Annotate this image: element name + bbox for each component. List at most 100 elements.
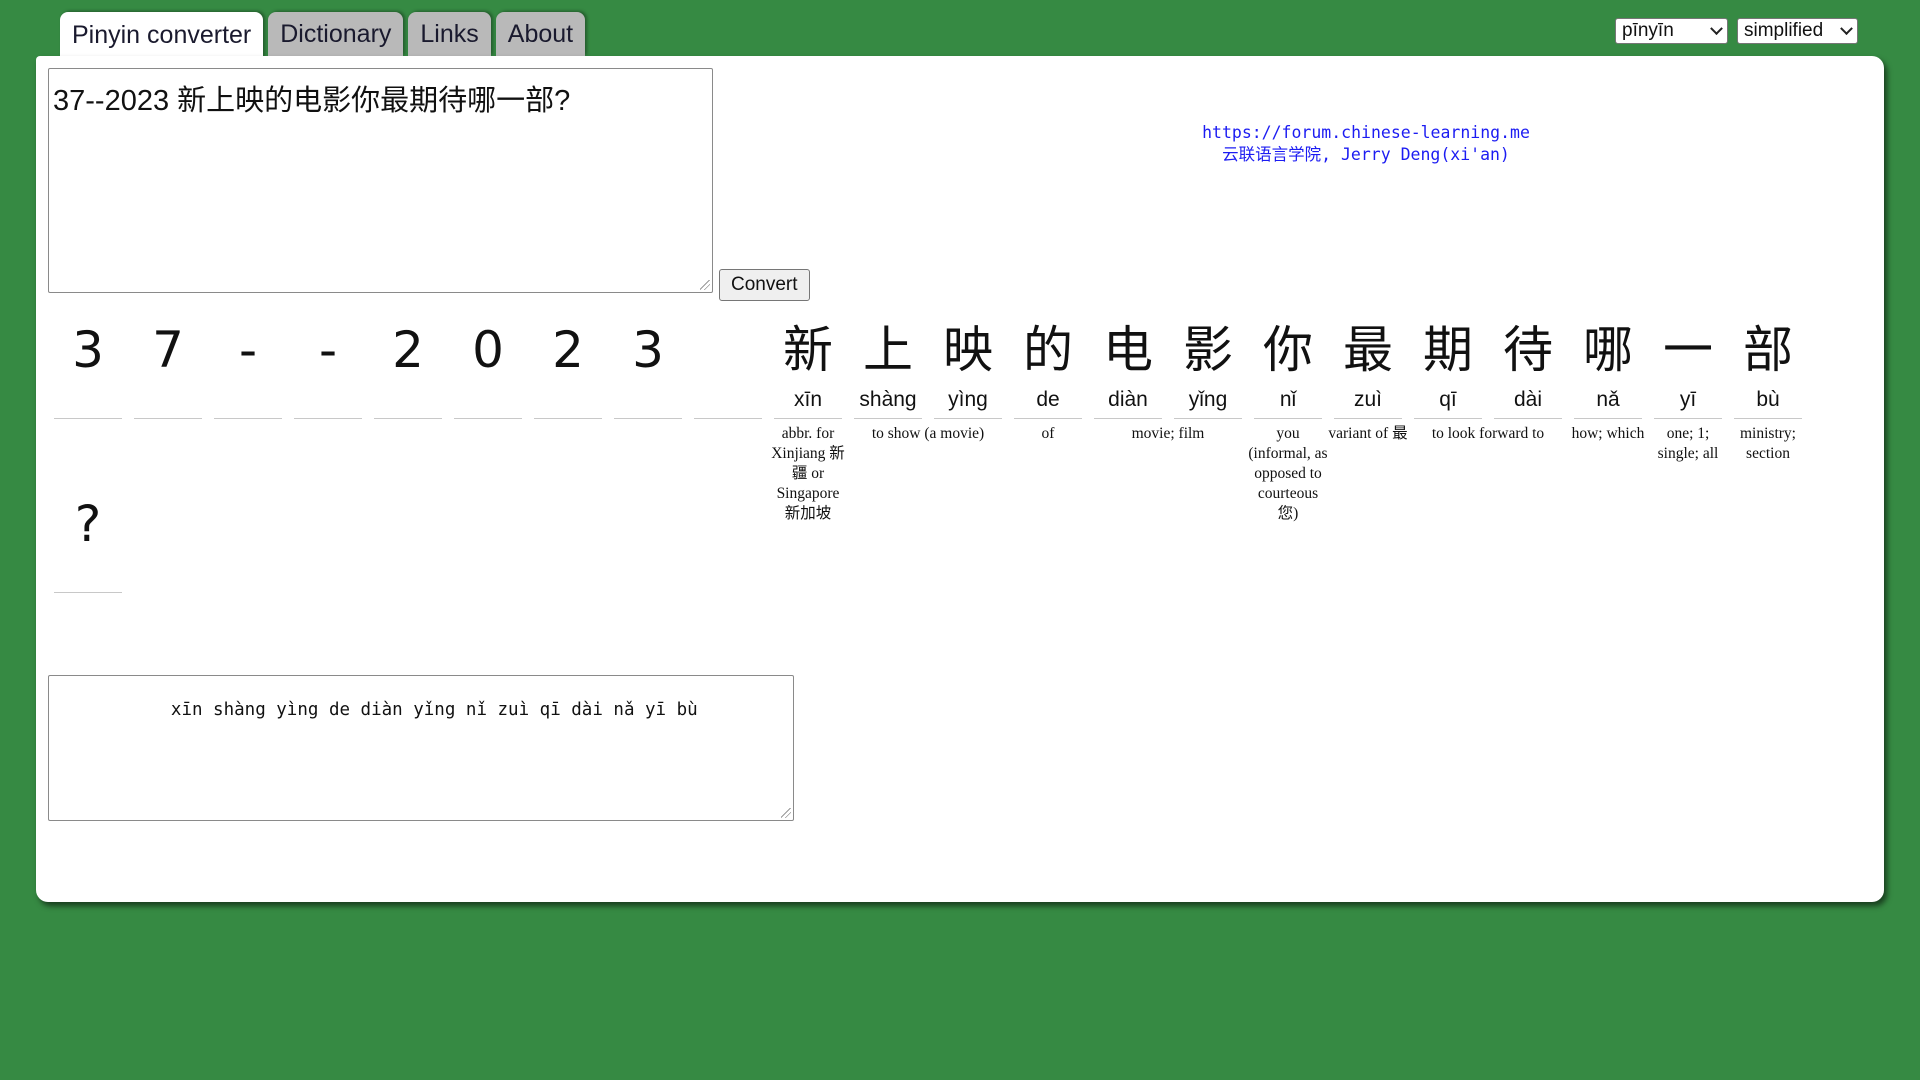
char-underline bbox=[54, 592, 122, 593]
char-definition: of bbox=[1041, 425, 1055, 442]
char-cell[interactable]: 的 de of bbox=[1012, 318, 1084, 458]
chevron-down-icon bbox=[1710, 21, 1723, 35]
char-cell: 影 yǐng bbox=[1172, 318, 1244, 458]
char-underline bbox=[1254, 418, 1322, 419]
char-glyph: 电 bbox=[1103, 321, 1153, 379]
char-cell: 映 yìng bbox=[932, 318, 1004, 458]
char-glyph: 映 bbox=[943, 321, 993, 379]
char-pinyin: de bbox=[1036, 388, 1060, 411]
char-cell[interactable]: 部 bù ministry; section bbox=[1732, 318, 1804, 462]
char-definition: variant of 最 bbox=[1328, 425, 1408, 442]
char-cell: ? bbox=[52, 492, 124, 632]
chevron-down-icon bbox=[1840, 21, 1853, 35]
char-underline bbox=[1734, 418, 1802, 419]
char-cell[interactable]: 电 diàn movie; film bbox=[1092, 318, 1204, 458]
char-cell[interactable]: 最 zuì variant of 最 bbox=[1328, 318, 1407, 458]
resize-handle-icon[interactable] bbox=[781, 808, 791, 818]
char-glyph: 3 bbox=[632, 321, 664, 379]
char-cell: 3 bbox=[612, 318, 684, 458]
char-glyph: 2 bbox=[552, 321, 584, 379]
char-cell: 2 bbox=[532, 318, 604, 458]
forum-link[interactable]: https://forum.chinese-learning.me bbox=[1202, 123, 1530, 142]
pinyin-output[interactable]: xīn shàng yìng de diàn yǐng nǐ zuì qī dà… bbox=[48, 675, 794, 821]
char-pinyin: yī bbox=[1679, 388, 1697, 411]
char-underline bbox=[1654, 418, 1722, 419]
char-cell[interactable]: 上 shàng to show (a movie) bbox=[852, 318, 984, 458]
char-cell[interactable]: 新 xīn abbr. for Xinjiang 新疆 or Singapore 新… bbox=[771, 318, 845, 522]
char-pinyin: bù bbox=[1756, 388, 1780, 411]
char-glyph: 影 bbox=[1183, 321, 1233, 379]
char-definition: how; which bbox=[1571, 425, 1645, 442]
char-glyph: 期 bbox=[1423, 321, 1473, 379]
char-underline bbox=[774, 418, 842, 419]
char-pinyin: xīn bbox=[793, 388, 822, 411]
credit-author: 云联语言学院, Jerry Deng(xi'an) bbox=[1222, 145, 1510, 164]
script-select[interactable]: simplified bbox=[1737, 18, 1858, 44]
char-underline bbox=[1494, 418, 1562, 419]
char-pinyin: nǎ bbox=[1596, 388, 1620, 411]
char-underline bbox=[454, 418, 522, 419]
char-cell[interactable]: 期 qī to look forward to bbox=[1412, 318, 1544, 458]
char-pinyin: shàng bbox=[859, 388, 917, 411]
char-definition: one; 1; single; all bbox=[1657, 425, 1719, 462]
char-glyph: 0 bbox=[472, 321, 504, 379]
romanization-select-value: pīnyīn bbox=[1622, 20, 1674, 41]
script-select-value: simplified bbox=[1744, 20, 1824, 41]
tab-links[interactable]: Links bbox=[408, 12, 491, 56]
char-glyph: 2 bbox=[392, 321, 424, 379]
char-glyph: 最 bbox=[1343, 321, 1393, 379]
char-underline bbox=[214, 418, 282, 419]
tab-dictionary[interactable]: Dictionary bbox=[268, 12, 404, 56]
pinyin-output-value: xīn shàng yìng de diàn yǐng nǐ zuì qī dà… bbox=[97, 700, 698, 720]
char-underline bbox=[854, 418, 922, 419]
char-cell bbox=[692, 318, 764, 458]
credit-block: https://forum.chinese-learning.me 云联语言学院… bbox=[1166, 122, 1566, 166]
char-glyph: - bbox=[238, 321, 258, 379]
char-underline bbox=[134, 418, 202, 419]
char-glyph: 待 bbox=[1503, 321, 1553, 379]
romanization-select[interactable]: pīnyīn bbox=[1615, 18, 1728, 44]
char-cell[interactable]: 你 nǐ you (informal, as opposed to courteou… bbox=[1248, 318, 1327, 522]
char-cell: 0 bbox=[452, 318, 524, 458]
char-definition: abbr. for Xinjiang 新疆 or Singapore 新加坡 bbox=[771, 425, 845, 522]
convert-button[interactable]: Convert bbox=[719, 269, 810, 301]
char-underline bbox=[1414, 418, 1482, 419]
char-glyph: 你 bbox=[1263, 321, 1313, 379]
char-cell: 7 bbox=[132, 318, 204, 458]
char-cell: 2 bbox=[372, 318, 444, 458]
char-pinyin: nǐ bbox=[1279, 388, 1297, 411]
tab-bar: Pinyin converter Dictionary Links About bbox=[60, 12, 586, 58]
char-pinyin: zuì bbox=[1353, 388, 1382, 411]
char-cell: - bbox=[292, 318, 364, 458]
char-cell[interactable]: 哪 nǎ how; which bbox=[1572, 318, 1645, 458]
options-bar: pīnyīn simplified bbox=[1615, 18, 1858, 44]
char-pinyin: yǐng bbox=[1188, 388, 1228, 411]
char-underline bbox=[54, 418, 122, 419]
char-underline bbox=[614, 418, 682, 419]
tab-pinyin-converter[interactable]: Pinyin converter bbox=[60, 12, 264, 58]
char-glyph: 的 bbox=[1023, 321, 1073, 379]
char-underline bbox=[294, 418, 362, 419]
chinese-input-value: 37--2023 新上映的电影你最期待哪一部? bbox=[53, 85, 571, 117]
char-underline bbox=[1014, 418, 1082, 419]
char-glyph: 部 bbox=[1743, 321, 1793, 379]
char-cell: 3 bbox=[52, 318, 124, 458]
char-glyph: 7 bbox=[152, 321, 184, 379]
char-glyph: 3 bbox=[72, 321, 104, 379]
char-glyph: 一 bbox=[1663, 321, 1713, 379]
resize-handle-icon[interactable] bbox=[700, 280, 710, 290]
char-pinyin: qī bbox=[1439, 388, 1457, 411]
char-glyph: ? bbox=[74, 495, 102, 553]
converter-panel: 37--2023 新上映的电影你最期待哪一部? Convert https://… bbox=[36, 56, 1884, 902]
char-underline bbox=[1574, 418, 1642, 419]
char-pinyin: diàn bbox=[1108, 388, 1148, 411]
char-glyph: 哪 bbox=[1583, 321, 1633, 379]
char-glyph: 上 bbox=[863, 321, 913, 379]
char-glyph: - bbox=[318, 321, 338, 379]
char-cell[interactable]: 一 yī one; 1; single; all bbox=[1652, 318, 1724, 462]
tab-about[interactable]: About bbox=[495, 12, 586, 56]
char-glyph: 新 bbox=[783, 321, 833, 379]
chinese-input[interactable]: 37--2023 新上映的电影你最期待哪一部? bbox=[48, 68, 713, 293]
char-underline bbox=[1174, 418, 1242, 419]
char-underline bbox=[374, 418, 442, 419]
